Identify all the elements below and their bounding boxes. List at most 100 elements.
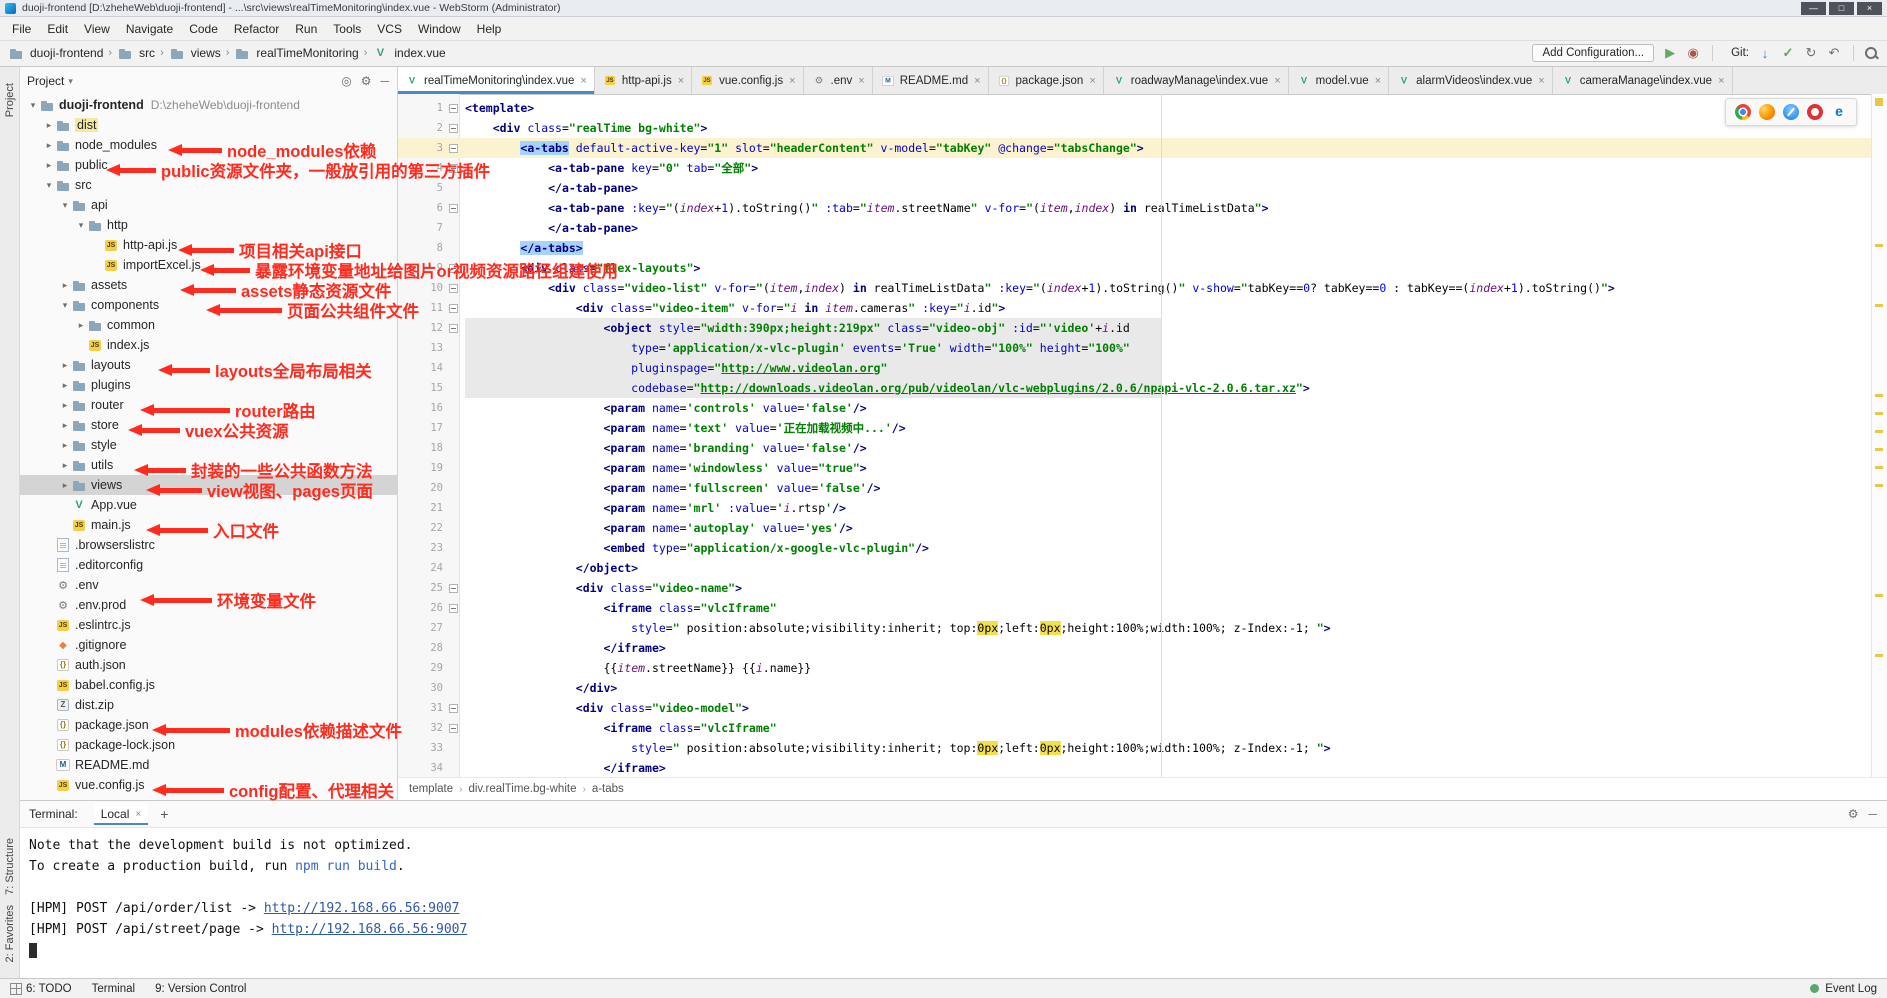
tree-item-main-js[interactable]: main.js: [19, 515, 397, 535]
tree-item-babel-config-js[interactable]: babel.config.js: [19, 675, 397, 695]
tree-item-public[interactable]: ▸public: [19, 155, 397, 175]
status-6-todo[interactable]: 6: TODO: [26, 983, 72, 995]
tree-item-store[interactable]: ▸store: [19, 415, 397, 435]
line-number[interactable]: 22: [397, 518, 443, 538]
line-number[interactable]: 6: [397, 198, 443, 218]
fold-marker-icon[interactable]: [449, 204, 458, 213]
tool-strip-button-7-structure[interactable]: 7: Structure: [4, 838, 16, 895]
line-number[interactable]: 14: [397, 358, 443, 378]
chevron-right-icon[interactable]: ▸: [43, 120, 55, 131]
close-icon[interactable]: ×: [678, 75, 684, 87]
safari-icon[interactable]: [1783, 104, 1799, 120]
settings-icon[interactable]: ⚙: [361, 74, 372, 88]
hide-panel-icon[interactable]: ─: [1868, 807, 1877, 821]
firefox-icon[interactable]: [1759, 104, 1775, 120]
breadcrumb-item-duoji-frontend[interactable]: duoji-frontend: [8, 46, 103, 61]
fold-marker-icon[interactable]: [449, 584, 458, 593]
chevron-down-icon[interactable]: ▾: [68, 76, 73, 87]
line-number[interactable]: 17: [397, 418, 443, 438]
line-number[interactable]: 21: [397, 498, 443, 518]
line-number[interactable]: 20: [397, 478, 443, 498]
line-number[interactable]: 24: [397, 558, 443, 578]
line-number[interactable]: 33: [397, 738, 443, 758]
chevron-down-icon[interactable]: ▾: [59, 300, 71, 311]
fold-marker-icon[interactable]: [449, 124, 458, 133]
tree-item-node-modules[interactable]: ▸node_modules: [19, 135, 397, 155]
fold-marker-icon[interactable]: [449, 704, 458, 713]
debug-icon[interactable]: ◉: [1684, 44, 1702, 62]
menu-tools[interactable]: Tools: [325, 22, 369, 36]
play-icon[interactable]: ▶: [1661, 44, 1679, 62]
menu-vcs[interactable]: VCS: [369, 22, 410, 36]
tree-item-importexcel-js[interactable]: importExcel.js: [19, 255, 397, 275]
tree-item-package-lock-json[interactable]: package-lock.json: [19, 735, 397, 755]
chevron-down-icon[interactable]: ▾: [59, 200, 71, 211]
line-number[interactable]: 1: [397, 98, 443, 118]
tree-item-browserslistrc[interactable]: .browserslistrc: [19, 535, 397, 555]
tree-item-package-json[interactable]: package.json: [19, 715, 397, 735]
chevron-down-icon[interactable]: ▾: [43, 180, 55, 191]
chevron-right-icon[interactable]: ▸: [59, 380, 71, 391]
new-terminal-session-button[interactable]: +: [160, 806, 168, 822]
line-number[interactable]: 8: [397, 238, 443, 258]
close-icon[interactable]: ×: [1089, 75, 1095, 87]
tree-item-components[interactable]: ▾components: [19, 295, 397, 315]
breadcrumb-tag-div-realtime-bg-white[interactable]: div.realTime.bg-white: [468, 783, 576, 795]
tree-item-gitignore[interactable]: .gitignore: [19, 635, 397, 655]
chevron-down-icon[interactable]: ▾: [75, 220, 87, 231]
revert-icon[interactable]: ↶: [1825, 44, 1843, 62]
editor-tab-http-api-js[interactable]: http-api.js×: [595, 67, 692, 94]
tree-item-layouts[interactable]: ▸layouts: [19, 355, 397, 375]
commit-icon[interactable]: ✓: [1779, 44, 1797, 62]
close-icon[interactable]: ×: [1274, 75, 1280, 87]
line-number[interactable]: 5: [397, 178, 443, 198]
line-number[interactable]: 28: [397, 638, 443, 658]
line-number[interactable]: 16: [397, 398, 443, 418]
line-number[interactable]: 26: [397, 598, 443, 618]
line-number[interactable]: 3: [397, 138, 443, 158]
editor-tab-cameramanage-index-vue[interactable]: cameraManage\index.vue×: [1553, 67, 1733, 94]
line-number[interactable]: 15: [397, 378, 443, 398]
menu-window[interactable]: Window: [410, 22, 469, 36]
edge-icon[interactable]: [1831, 104, 1847, 120]
opera-icon[interactable]: [1807, 104, 1823, 120]
fold-marker-icon[interactable]: [449, 724, 458, 733]
terminal-link[interactable]: http://192.168.66.56:9007: [264, 901, 460, 916]
editor-tab-env[interactable]: .env×: [804, 67, 873, 94]
chevron-right-icon[interactable]: ▸: [59, 420, 71, 431]
chrome-icon[interactable]: [1735, 104, 1751, 120]
refresh-icon[interactable]: ↻: [1802, 44, 1820, 62]
close-icon[interactable]: ×: [858, 75, 864, 87]
close-icon[interactable]: ×: [1718, 75, 1724, 87]
status-terminal[interactable]: Terminal: [92, 983, 135, 995]
breadcrumb-item-src[interactable]: src: [117, 46, 155, 61]
tree-item-http[interactable]: ▾http: [19, 215, 397, 235]
line-number[interactable]: 29: [397, 658, 443, 678]
line-number[interactable]: 18: [397, 438, 443, 458]
close-icon[interactable]: ×: [135, 809, 141, 820]
tree-item-plugins[interactable]: ▸plugins: [19, 375, 397, 395]
fold-marker-icon[interactable]: [449, 284, 458, 293]
editor-tab-model-vue[interactable]: model.vue×: [1289, 67, 1390, 94]
chevron-down-icon[interactable]: ▾: [27, 100, 39, 111]
tree-item-readme-md[interactable]: README.md: [19, 755, 397, 775]
close-icon[interactable]: ×: [580, 75, 586, 87]
editor-tab-alarmvideos-index-vue[interactable]: alarmVideos\index.vue×: [1389, 67, 1553, 94]
tree-item-env-prod[interactable]: .env.prod: [19, 595, 397, 615]
tree-item-eslintrc-js[interactable]: .eslintrc.js: [19, 615, 397, 635]
search-icon[interactable]: [1864, 46, 1879, 61]
line-number[interactable]: 2: [397, 118, 443, 138]
line-number[interactable]: 23: [397, 538, 443, 558]
line-number[interactable]: 13: [397, 338, 443, 358]
tree-item-utils[interactable]: ▸utils: [19, 455, 397, 475]
close-icon[interactable]: ×: [789, 75, 795, 87]
editor-tab-readme-md[interactable]: README.md×: [873, 67, 989, 94]
line-number[interactable]: 34: [397, 758, 443, 778]
terminal-tab-local[interactable]: Local×: [94, 803, 149, 825]
breadcrumb-tag-a-tabs[interactable]: a-tabs: [592, 783, 624, 795]
add-configuration-button[interactable]: Add Configuration...: [1532, 44, 1654, 62]
fold-marker-icon[interactable]: [449, 164, 458, 173]
tree-item-style[interactable]: ▸style: [19, 435, 397, 455]
locate-icon[interactable]: ◎: [341, 74, 351, 88]
menu-refactor[interactable]: Refactor: [226, 22, 287, 36]
